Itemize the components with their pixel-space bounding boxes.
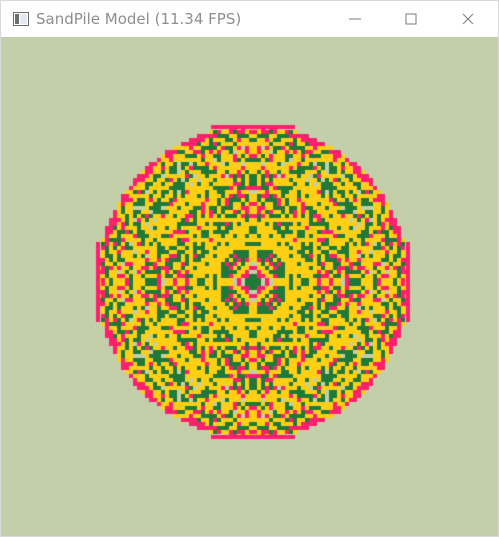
minimize-button[interactable] (332, 1, 378, 37)
minimize-icon (349, 18, 361, 20)
app-window: SandPile Model (11.34 FPS) (0, 0, 499, 537)
maximize-icon (405, 13, 417, 25)
close-button[interactable] (445, 1, 491, 37)
window-title: SandPile Model (11.34 FPS) (36, 10, 242, 28)
title-bar[interactable]: SandPile Model (11.34 FPS) (1, 1, 498, 37)
app-window-icon (13, 11, 29, 26)
close-icon (462, 13, 474, 25)
maximize-button[interactable] (388, 1, 434, 37)
sandpile-canvas (1, 37, 498, 536)
simulation-area (1, 37, 498, 536)
